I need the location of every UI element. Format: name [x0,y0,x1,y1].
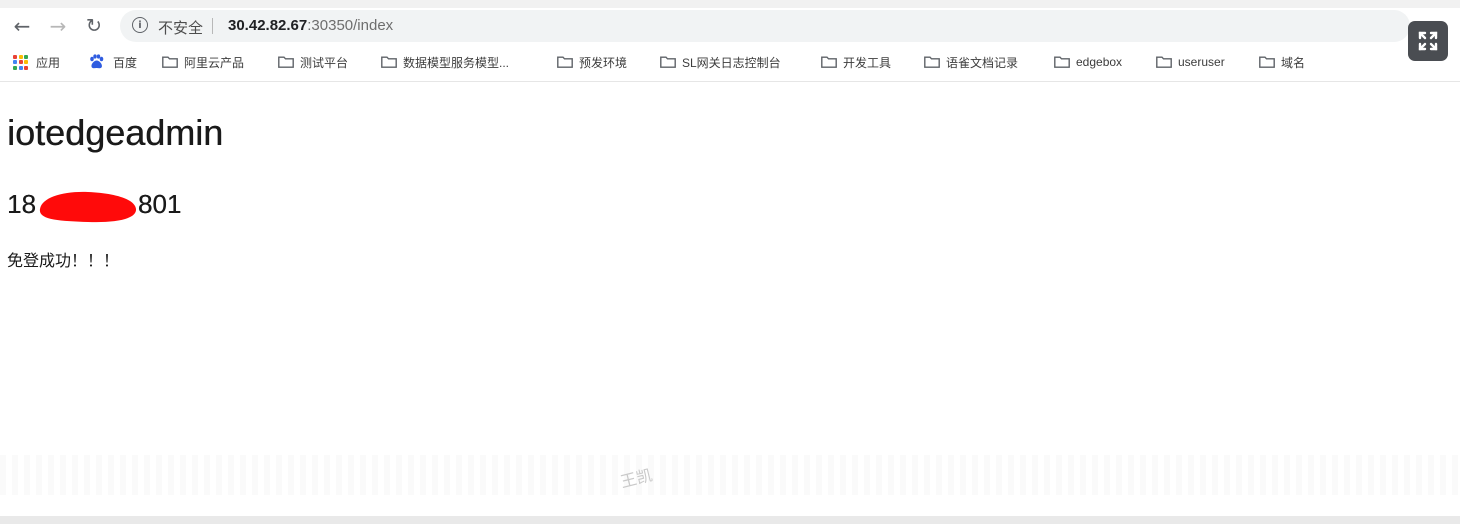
bookmark-label: 应用 [36,55,61,70]
url-path: :30350/index [307,17,394,34]
watermark-band [0,455,1460,495]
reload-button[interactable]: ↻ [80,12,108,40]
tab-strip-edge [0,0,1460,8]
folder-icon [660,56,676,68]
folder-icon [924,56,940,68]
redaction-mark [39,191,136,223]
address-separator [212,18,213,34]
security-label[interactable]: 不安全 [158,17,203,38]
folder-icon [1156,56,1172,68]
page-title: iotedgeadmin [7,112,224,153]
url-text[interactable]: 30.42.82.67:30350/index [228,17,393,34]
bookmark-baidu[interactable]: 百度 [88,53,137,71]
bookmark-useruser[interactable]: useruser [1156,53,1225,71]
folder-icon [1054,56,1070,68]
bookmark-label: edgebox [1076,55,1123,69]
back-button[interactable]: ← [8,12,36,40]
bookmark-aliyun-products[interactable]: 阿里云产品 [162,53,244,71]
arrow-right-icon: → [49,14,67,38]
arrow-left-icon: ← [13,14,31,38]
folder-icon [162,56,178,68]
bookmark-domain[interactable]: 域名 [1259,53,1305,71]
folder-icon [557,56,573,68]
bookmarks-bar: 应用 百度 阿里云产品 测试平台 数据模型服务模型... 预发环境 SL网关日志… [0,48,1460,76]
bookmark-pre-release-env[interactable]: 预发环境 [557,53,627,71]
phone-suffix: 801 [137,188,182,219]
bookmark-label: 阿里云产品 [184,55,245,70]
browser-toolbar: ← → ↻ i 不安全 30.42.82.67:30350/index [0,8,1460,44]
bookmark-label: 数据模型服务模型... [403,55,510,70]
bookmark-label: 测试平台 [300,55,349,70]
bookmark-test-platform[interactable]: 测试平台 [278,53,348,71]
baidu-paw-icon [90,54,104,69]
info-icon[interactable]: i [132,17,148,33]
folder-icon [821,56,837,68]
bookmark-sl-gateway-log-console[interactable]: SL网关日志控制台 [660,53,781,71]
address-bar[interactable]: i 不安全 30.42.82.67:30350/index [120,10,1410,42]
bookmark-label: 域名 [1281,55,1306,70]
folder-icon [381,56,397,68]
bookmark-yuque-docs[interactable]: 语雀文档记录 [924,53,1018,71]
folder-icon [1259,56,1275,68]
phone-number: 18 801 [7,187,181,225]
reload-icon: ↻ [86,15,102,37]
bookmark-data-model-service[interactable]: 数据模型服务模型... [381,53,509,71]
bookmark-label: 开发工具 [843,55,892,70]
bookmark-edgebox[interactable]: edgebox [1054,53,1122,71]
browser-window: ← → ↻ i 不安全 30.42.82.67:30350/index 应用 百… [0,0,1460,524]
bookmark-label: 百度 [113,55,138,70]
folder-icon [278,56,294,68]
login-success-message: 免登成功！！！ [7,253,120,270]
bookmark-label: 预发环境 [579,55,628,70]
bookmark-apps[interactable]: 应用 [13,53,60,71]
url-host: 30.42.82.67 [228,17,308,34]
page-content: iotedgeadmin 18 801 免登成功！！！ [0,82,1460,516]
phone-prefix: 18 [7,188,36,219]
bookmark-label: useruser [1178,55,1225,69]
bookmark-label: 语雀文档记录 [946,55,1019,70]
bottom-edge [0,516,1460,524]
apps-grid-icon [13,54,28,70]
bookmark-dev-tools[interactable]: 开发工具 [821,53,891,71]
bookmark-label: SL网关日志控制台 [682,55,781,70]
forward-button[interactable]: → [44,12,72,40]
